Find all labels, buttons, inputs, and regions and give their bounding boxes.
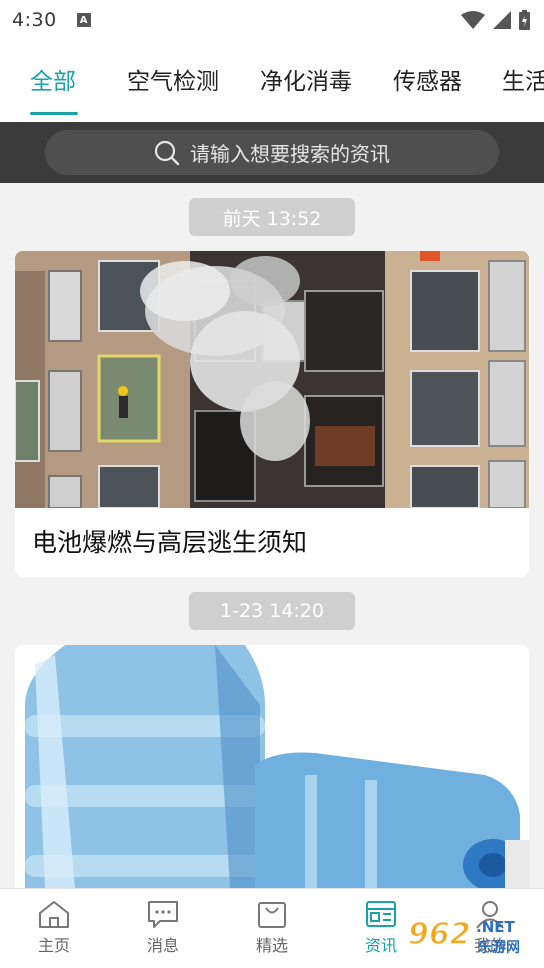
category-tabs: 全部 空气检测 净化消毒 传感器 生活 bbox=[0, 40, 544, 122]
search-input[interactable]: 请输入想要搜索的资讯 bbox=[45, 130, 499, 175]
svg-text:乐游网: 乐游网 bbox=[478, 939, 520, 956]
tab-life[interactable]: 生活 bbox=[502, 62, 544, 96]
timestamp-pill: 1-23 14:20 bbox=[189, 592, 355, 630]
news-title: 电池爆燃与高层逃生须知 bbox=[32, 528, 308, 557]
search-placeholder: 请输入想要搜索的资讯 bbox=[190, 142, 390, 166]
water-bottles-image bbox=[15, 645, 529, 888]
tab-sensor[interactable]: 传感器 bbox=[393, 62, 462, 96]
nav-home[interactable]: 主页 bbox=[0, 889, 108, 968]
news-card[interactable]: 电池爆燃与高层逃生须知 bbox=[15, 251, 529, 577]
battery-icon bbox=[519, 10, 530, 30]
status-time: 4:30 bbox=[12, 9, 57, 31]
building-fire-image bbox=[15, 251, 529, 508]
nav-news-label: 资讯 bbox=[364, 936, 397, 955]
nav-featured-label: 精选 bbox=[255, 936, 288, 955]
nav-messages[interactable]: 消息 bbox=[109, 889, 217, 968]
tab-air-detection[interactable]: 空气检测 bbox=[127, 62, 219, 96]
home-icon bbox=[39, 901, 69, 928]
timestamp-pill: 前天 13:52 bbox=[189, 198, 355, 236]
bag-icon bbox=[258, 902, 286, 928]
news-icon bbox=[366, 901, 396, 927]
search-band: 请输入想要搜索的资讯 bbox=[0, 122, 544, 183]
tab-all[interactable]: 全部 bbox=[30, 62, 76, 96]
nav-featured[interactable]: 精选 bbox=[218, 889, 326, 968]
tab-purify-disinfect[interactable]: 净化消毒 bbox=[260, 62, 352, 96]
wifi-icon bbox=[461, 11, 485, 29]
search-icon bbox=[154, 140, 180, 165]
nav-messages-label: 消息 bbox=[146, 936, 179, 955]
signal-icon bbox=[493, 11, 511, 29]
svg-text:962: 962 bbox=[408, 917, 471, 952]
svg-text:.NET: .NET bbox=[476, 918, 515, 936]
news-card[interactable] bbox=[15, 645, 529, 888]
active-tab-indicator bbox=[30, 112, 78, 115]
message-icon bbox=[148, 901, 178, 928]
site-watermark-logo: 962 .NET 乐游网 bbox=[407, 916, 520, 956]
nav-home-label: 主页 bbox=[37, 936, 70, 955]
notification-a-icon: A bbox=[76, 13, 91, 27]
status-bar: 4:30 A bbox=[0, 0, 544, 40]
